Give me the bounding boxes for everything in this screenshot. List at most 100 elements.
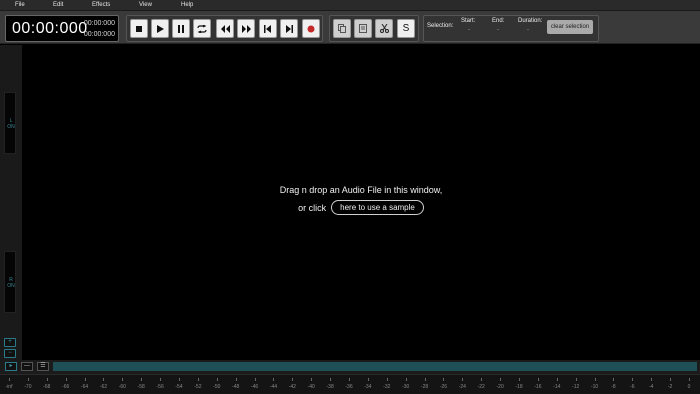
channel-panel: L ON R ON + − bbox=[0, 45, 22, 374]
ruler-tick bbox=[481, 378, 483, 381]
ruler-tick bbox=[349, 378, 350, 381]
ruler-label: -6 bbox=[630, 384, 635, 390]
menu-file[interactable]: File bbox=[15, 1, 25, 10]
s-button[interactable]: S bbox=[397, 19, 415, 38]
ruler-label: -12 bbox=[572, 384, 580, 390]
zoom-out-button[interactable]: − bbox=[4, 349, 16, 358]
fast-forward-icon bbox=[241, 24, 251, 33]
ruler-tick bbox=[122, 378, 124, 381]
current-time: 00:00:000 bbox=[12, 20, 88, 37]
loop-icon bbox=[197, 24, 207, 33]
ruler-label: -inf bbox=[5, 384, 13, 390]
ruler-label: -68 bbox=[43, 384, 51, 390]
mute-button[interactable]: — bbox=[21, 362, 33, 371]
ruler-tick bbox=[500, 378, 502, 381]
copy-button[interactable] bbox=[333, 19, 351, 38]
ruler-tick bbox=[254, 378, 256, 381]
ruler-tick bbox=[651, 378, 653, 381]
ruler-label: -62 bbox=[99, 384, 108, 390]
clear-selection-button[interactable]: clear selection bbox=[547, 20, 593, 34]
copy-icon bbox=[338, 24, 346, 33]
ruler-tick bbox=[575, 378, 577, 381]
ruler-label: -18 bbox=[515, 384, 523, 390]
drop-instruction: Drag n drop an Audio File in this window… bbox=[279, 185, 443, 195]
right-channel-state: ON bbox=[7, 283, 15, 289]
ruler-label: -44 bbox=[269, 384, 278, 390]
rewind-button[interactable] bbox=[216, 19, 234, 38]
ruler-label: -40 bbox=[307, 384, 315, 390]
rewind-icon bbox=[220, 24, 230, 33]
ruler-tick bbox=[292, 378, 294, 381]
timeline-scrollbar[interactable] bbox=[53, 362, 697, 371]
ruler-tick bbox=[386, 378, 388, 381]
selection-end-time: 00:00:000 bbox=[83, 31, 115, 38]
ruler-label: -16 bbox=[534, 384, 542, 390]
ruler-label: -28 bbox=[420, 384, 429, 390]
ruler-label: -14 bbox=[553, 384, 561, 390]
ruler-label: -42 bbox=[288, 384, 296, 390]
paste-icon bbox=[359, 24, 367, 33]
menu-edit[interactable]: Edit bbox=[53, 1, 63, 10]
start-value: - bbox=[468, 27, 470, 33]
ruler-tick bbox=[65, 378, 67, 381]
end-value: - bbox=[497, 27, 499, 33]
ruler-tick bbox=[160, 378, 162, 381]
ruler-label: -10 bbox=[590, 384, 599, 390]
fast-forward-button[interactable] bbox=[237, 19, 255, 38]
ruler-tick bbox=[141, 378, 143, 381]
cut-button[interactable] bbox=[375, 19, 393, 38]
ruler-label: -46 bbox=[250, 384, 259, 390]
ruler-tick bbox=[273, 378, 275, 381]
skip-start-button[interactable] bbox=[259, 19, 277, 38]
ruler-label: -58 bbox=[137, 384, 145, 390]
menu-button[interactable]: ☰ bbox=[37, 362, 49, 371]
ruler-label: -64 bbox=[80, 384, 89, 390]
left-channel-meter[interactable]: L ON bbox=[4, 92, 16, 154]
pause-button[interactable] bbox=[172, 19, 190, 38]
follow-button[interactable]: ▸ bbox=[5, 362, 17, 371]
ruler-label: -70 bbox=[24, 384, 32, 390]
ruler-tick bbox=[311, 378, 313, 381]
or-click-text: or click bbox=[298, 202, 327, 213]
ruler-label: -22 bbox=[477, 384, 485, 390]
menu-bar: File Edit Effects View Help bbox=[0, 0, 700, 11]
use-sample-button[interactable]: here to use a sample bbox=[331, 200, 424, 215]
zoom-in-button[interactable]: + bbox=[4, 338, 16, 347]
record-icon bbox=[307, 25, 315, 32]
ruler-tick bbox=[462, 378, 464, 381]
ruler-tick bbox=[235, 378, 237, 381]
loop-button[interactable] bbox=[193, 19, 211, 38]
waveform-drop-area[interactable]: Drag n drop an Audio File in this window… bbox=[22, 45, 700, 360]
stop-button[interactable] bbox=[130, 19, 148, 38]
menu-view[interactable]: View bbox=[139, 1, 152, 10]
ruler-tick bbox=[197, 378, 199, 381]
drop-instruction-secondary: or click here to use a sample bbox=[22, 200, 700, 215]
ruler-tick bbox=[594, 378, 596, 381]
paste-button[interactable] bbox=[354, 19, 372, 38]
skip-end-icon bbox=[286, 24, 293, 33]
ruler-label: -34 bbox=[364, 384, 372, 390]
menu-effects[interactable]: Effects bbox=[92, 1, 110, 10]
ruler-label: -32 bbox=[383, 384, 391, 390]
ruler-tick bbox=[443, 378, 445, 381]
scissors-icon bbox=[379, 24, 389, 33]
start-label: Start: bbox=[461, 18, 476, 24]
toolbar: 00:00:000 00:00:000 00:00:000 S Selectio… bbox=[0, 11, 700, 44]
ruler-label: -30 bbox=[402, 384, 410, 390]
ruler-label: -56 bbox=[156, 384, 164, 390]
ruler-tick bbox=[405, 378, 407, 381]
record-button[interactable] bbox=[302, 19, 320, 38]
ruler-tick bbox=[632, 378, 634, 381]
ruler-label: -38 bbox=[326, 384, 334, 390]
ruler-label: -48 bbox=[232, 384, 240, 390]
play-button[interactable] bbox=[151, 19, 169, 38]
ruler-label: -66 bbox=[62, 384, 70, 390]
ruler-tick bbox=[179, 378, 180, 381]
ruler-label: -20 bbox=[496, 384, 504, 390]
ruler-tick bbox=[689, 378, 690, 381]
right-channel-meter[interactable]: R ON bbox=[4, 251, 16, 313]
skip-end-button[interactable] bbox=[280, 19, 298, 38]
left-channel-state: ON bbox=[7, 124, 15, 130]
menu-help[interactable]: Help bbox=[181, 1, 193, 10]
selection-label: Selection: bbox=[427, 23, 454, 29]
